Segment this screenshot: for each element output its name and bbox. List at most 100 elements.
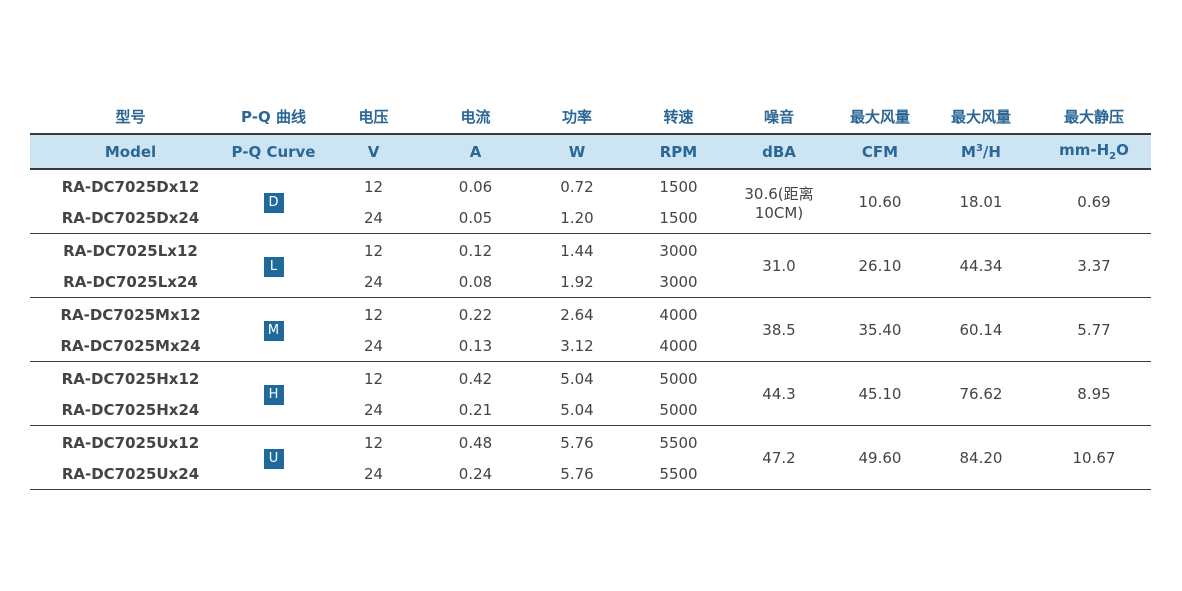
pressure-cell: 8.95 [1077, 385, 1111, 403]
power-cell: 2.64 [560, 305, 594, 324]
model-cell: RA-DC7025Hx24 [61, 400, 200, 419]
header-cn-noise: 噪音 [763, 108, 794, 126]
voltage-cell: 12 [363, 305, 384, 324]
rpm-cell: 5000 [659, 400, 698, 419]
power-cell: 5.76 [560, 464, 594, 483]
voltage-cell: 12 [363, 433, 384, 452]
voltage-cell: 24 [363, 464, 384, 483]
m3h-base: M [961, 142, 976, 161]
voltage-cell: 12 [363, 241, 384, 260]
header-cn-static-pressure: 最大静压 [1063, 108, 1124, 126]
pq-curve-cell: M [231, 298, 316, 362]
pq-curve-cell: D [231, 169, 316, 234]
header-en-w: W [520, 134, 634, 169]
mmh2o-base: mm-H [1059, 141, 1110, 159]
current-cell: 0.24 [458, 464, 493, 483]
table-row: RA-DC7025Dx12 D 12 0.06 0.72 1500 30.6(距… [30, 169, 1151, 222]
header-row-english: Model P-Q Curve V A W RPM dBA CFM M3/H m… [30, 134, 1151, 169]
pressure-cell: 3.37 [1077, 257, 1111, 275]
power-cell: 5.04 [560, 400, 594, 419]
header-en-rpm: RPM [634, 134, 723, 169]
noise-cell: 31.0 [762, 257, 796, 275]
header-cn-voltage: 电压 [358, 108, 389, 126]
header-en-dba: dBA [723, 134, 835, 169]
pressure-cell: 10.67 [1072, 449, 1116, 467]
current-cell: 0.13 [458, 336, 493, 355]
header-en-pq: P-Q Curve [231, 134, 316, 169]
power-cell: 3.12 [560, 336, 594, 355]
voltage-cell: 12 [363, 177, 384, 196]
spec-table-container: 型号 P-Q 曲线 电压 电流 功率 转速 噪音 最大风量 最大风量 最大静压 … [30, 100, 1151, 490]
pq-curve-badge: L [263, 256, 284, 277]
pq-curve-cell: L [231, 234, 316, 298]
voltage-cell: 24 [363, 272, 384, 291]
header-cn-speed: 转速 [663, 108, 694, 126]
model-cell: RA-DC7025Dx24 [61, 208, 200, 227]
model-cell: RA-DC7025Dx12 [61, 177, 200, 196]
m3h-cell: 44.34 [959, 257, 1003, 275]
model-cell: RA-DC7025Mx12 [60, 305, 201, 324]
header-cn-airflow-m3h: 最大风量 [950, 108, 1011, 126]
pq-curve-badge: H [263, 384, 284, 405]
pq-curve-badge: M [263, 320, 284, 341]
model-cell: RA-DC7025Hx12 [61, 369, 200, 388]
voltage-cell: 24 [363, 400, 384, 419]
cfm-cell: 35.40 [858, 321, 902, 339]
mmh2o-tail: O [1116, 141, 1129, 159]
header-en-m3h: M3/H [925, 134, 1037, 169]
noise-cell: 44.3 [762, 385, 796, 403]
header-cn-airflow-cfm: 最大风量 [849, 108, 910, 126]
cfm-cell: 10.60 [858, 193, 902, 211]
table-row: RA-DC7025Ux12 U 12 0.48 5.76 5500 47.2 4… [30, 426, 1151, 469]
table-row: RA-DC7025Mx12 M 12 0.22 2.64 4000 38.5 3… [30, 298, 1151, 341]
m3h-cell: 76.62 [959, 385, 1003, 403]
power-cell: 1.92 [560, 272, 594, 291]
header-cn-pq: P-Q 曲线 [241, 108, 306, 126]
m3h-tail: /H [982, 142, 1001, 161]
rpm-cell: 3000 [659, 241, 698, 260]
rpm-cell: 5500 [659, 464, 698, 483]
current-cell: 0.06 [458, 177, 493, 196]
rpm-cell: 4000 [659, 336, 698, 355]
current-cell: 0.05 [458, 208, 493, 227]
header-en-v: V [316, 134, 431, 169]
power-cell: 5.76 [560, 433, 594, 452]
pressure-cell: 5.77 [1077, 321, 1111, 339]
pq-curve-cell: U [231, 426, 316, 490]
m3h-cell: 60.14 [959, 321, 1003, 339]
model-cell: RA-DC7025Lx12 [63, 241, 198, 260]
header-en-model: Model [30, 134, 231, 169]
m3h-cell: 18.01 [959, 193, 1003, 211]
cfm-cell: 26.10 [858, 257, 902, 275]
current-cell: 0.42 [458, 369, 493, 388]
rpm-cell: 5500 [659, 433, 698, 452]
model-cell: RA-DC7025Ux24 [61, 464, 200, 483]
header-en-cfm: CFM [835, 134, 925, 169]
pq-curve-badge: U [263, 448, 284, 469]
model-cell: RA-DC7025Mx24 [60, 336, 201, 355]
pq-curve-cell: H [231, 362, 316, 426]
m3h-cell: 84.20 [959, 449, 1003, 467]
fan-spec-table: 型号 P-Q 曲线 电压 电流 功率 转速 噪音 最大风量 最大风量 最大静压 … [30, 100, 1151, 490]
current-cell: 0.48 [458, 433, 493, 452]
table-row: RA-DC7025Lx12 L 12 0.12 1.44 3000 31.0 2… [30, 234, 1151, 277]
voltage-cell: 12 [363, 369, 384, 388]
rpm-cell: 4000 [659, 305, 698, 324]
rpm-cell: 1500 [659, 208, 698, 227]
noise-cell: 38.5 [762, 321, 796, 339]
noise-cell: 47.2 [762, 449, 796, 467]
header-cn-power: 功率 [561, 108, 592, 126]
header-en-mmh2o: mm-H2O [1037, 134, 1151, 169]
rpm-cell: 5000 [659, 369, 698, 388]
header-en-a: A [431, 134, 520, 169]
current-cell: 0.22 [458, 305, 493, 324]
table-row: RA-DC7025Hx12 H 12 0.42 5.04 5000 44.3 4… [30, 362, 1151, 405]
power-cell: 0.72 [560, 177, 594, 196]
current-cell: 0.12 [458, 241, 493, 260]
current-cell: 0.08 [458, 272, 493, 291]
power-cell: 5.04 [560, 369, 594, 388]
current-cell: 0.21 [458, 400, 493, 419]
header-cn-model: 型号 [115, 108, 146, 126]
pq-curve-badge: D [263, 192, 284, 213]
voltage-cell: 24 [363, 208, 384, 227]
